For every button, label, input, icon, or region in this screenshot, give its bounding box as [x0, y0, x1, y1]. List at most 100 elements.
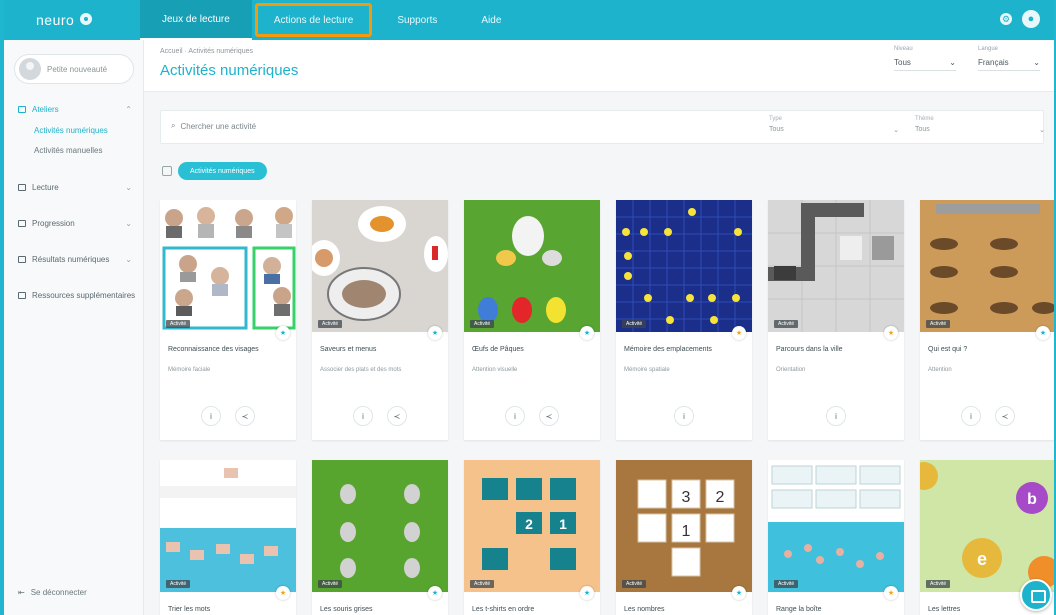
card-subtitle: Orientation: [776, 367, 806, 373]
info-icon[interactable]: i: [674, 406, 694, 426]
resources-icon: [18, 291, 26, 299]
card-subtitle: Mémoire spatiale: [624, 367, 670, 373]
card-badge: Activité: [774, 320, 799, 328]
favorite-icon[interactable]: ★: [580, 586, 594, 600]
theme-filter[interactable]: Thème Tous ⌄: [915, 116, 1045, 134]
share-icon[interactable]: ≺: [539, 406, 559, 426]
favorite-icon[interactable]: ★: [276, 326, 290, 340]
sidebar-item-resultats[interactable]: Résultats numériques ⌄: [4, 248, 144, 270]
activity-card[interactable]: Activité ★ Qui est qui ? Attention i ≺: [920, 200, 1054, 440]
chevron-down-icon: ⌄: [893, 127, 899, 134]
chat-icon[interactable]: [1020, 579, 1052, 611]
breadcrumb[interactable]: Accueil · Activités numériques: [160, 48, 253, 55]
logout-icon: ⇤: [18, 588, 25, 597]
sidebar-subitem-activites-manuelles[interactable]: Activités manuelles: [4, 140, 144, 160]
favorite-icon[interactable]: ★: [732, 326, 746, 340]
card-thumbnail: 3 2 1 Activité: [616, 460, 752, 592]
info-icon[interactable]: i: [201, 406, 221, 426]
sidebar-item-lecture[interactable]: Lecture ⌄: [4, 176, 144, 198]
card-thumbnail: Activité: [920, 200, 1054, 332]
workshop-icon: [18, 105, 26, 113]
card-thumbnail: Activité: [312, 460, 448, 592]
sidebar-item-label: Lecture: [32, 182, 59, 192]
card-badge: Activité: [318, 320, 343, 328]
language-select[interactable]: Langue Français ⌄: [978, 46, 1040, 71]
favorite-icon[interactable]: ★: [732, 586, 746, 600]
sidebar-item-ressources[interactable]: Ressources supplémentaires: [4, 284, 144, 306]
activity-card[interactable]: Activité ★ Les souris grises: [312, 460, 448, 615]
favorite-icon[interactable]: ★: [428, 586, 442, 600]
profile-selector[interactable]: Petite nouveauté: [14, 54, 134, 84]
favorite-icon[interactable]: ★: [884, 326, 898, 340]
logout-link[interactable]: ⇤ Se déconnecter: [18, 588, 87, 597]
chevron-down-icon: ⌄: [949, 58, 956, 67]
tab-jeux-lecture[interactable]: Jeux de lecture: [140, 0, 252, 40]
activity-card[interactable]: 3 2 1 Activité ★ Les nombres: [616, 460, 752, 615]
card-badge: Activité: [470, 320, 495, 328]
activity-card[interactable]: 2 1 Activité ★ Les t-shirts en ordre: [464, 460, 600, 615]
card-thumbnail: Activité: [464, 200, 600, 332]
tab-aide[interactable]: Aide: [459, 0, 523, 40]
card-subtitle: Attention visuelle: [472, 367, 518, 373]
card-actions: i ≺: [920, 406, 1054, 426]
chevron-down-icon: ⌄: [125, 254, 132, 264]
share-icon[interactable]: ≺: [387, 406, 407, 426]
favorite-icon[interactable]: ★: [276, 586, 290, 600]
favorite-icon[interactable]: ★: [428, 326, 442, 340]
top-navigation: neuro Jeux de lecture Actions de lecture…: [4, 0, 1054, 40]
card-thumbnail: Activité: [160, 200, 296, 332]
logo[interactable]: neuro: [36, 8, 94, 32]
activity-card[interactable]: Activité ★ Trier les mots: [160, 460, 296, 615]
card-title: Reconnaissance des visages: [168, 346, 259, 353]
card-title: Trier les mots: [168, 606, 211, 613]
info-icon[interactable]: i: [353, 406, 373, 426]
card-title: Les t-shirts en ordre: [472, 606, 535, 613]
card-thumbnail: Activité: [616, 200, 752, 332]
sidebar-item-progression[interactable]: Progression ⌄: [4, 212, 144, 234]
favorite-icon[interactable]: ★: [884, 586, 898, 600]
sidebar-subitem-activites-numeriques[interactable]: Activités numériques: [4, 120, 144, 140]
chevron-down-icon: ⌄: [125, 218, 132, 228]
activity-card[interactable]: Activité ★ Mémoire des emplacements Mémo…: [616, 200, 752, 440]
category-tag[interactable]: Activités numériques: [178, 162, 267, 180]
info-icon[interactable]: i: [826, 406, 846, 426]
user-avatar-icon[interactable]: ●: [1022, 10, 1040, 28]
sidebar-item-label: Résultats numériques: [32, 254, 110, 264]
share-icon[interactable]: ≺: [235, 406, 255, 426]
search-input[interactable]: ⌕ Chercher une activité: [171, 121, 256, 131]
info-icon[interactable]: i: [505, 406, 525, 426]
progress-icon: [18, 219, 26, 227]
activity-card[interactable]: Activité ★ Saveurs et menus Associer des…: [312, 200, 448, 440]
info-icon[interactable]: i: [961, 406, 981, 426]
settings-icon[interactable]: ⚙: [1000, 13, 1012, 25]
tab-supports[interactable]: Supports: [375, 0, 459, 40]
page-title: Activités numériques: [160, 62, 299, 79]
activity-card[interactable]: Activité ★ Œufs de Pâques Attention visu…: [464, 200, 600, 440]
theme-filter-label: Thème: [915, 116, 934, 122]
card-badge: Activité: [774, 580, 799, 588]
tab-actions-lecture[interactable]: Actions de lecture: [252, 0, 376, 40]
card-subtitle: Attention: [928, 367, 952, 373]
profile-label: Petite nouveauté: [47, 64, 108, 74]
language-select-label: Langue: [978, 46, 999, 52]
activity-card[interactable]: Activité ★ Range la boîte: [768, 460, 904, 615]
chevron-up-icon: ⌃: [125, 104, 132, 114]
activity-card[interactable]: Activité ★ Parcours dans la ville Orient…: [768, 200, 904, 440]
language-select-value: Français: [978, 58, 1009, 67]
activity-card[interactable]: Activité ★ Reconnaissance des visages Mé…: [160, 200, 296, 440]
level-select[interactable]: Niveau Tous ⌄: [894, 46, 956, 71]
favorite-icon[interactable]: ★: [1036, 326, 1050, 340]
card-actions: i ≺: [160, 406, 296, 426]
card-title: Mémoire des emplacements: [624, 346, 712, 353]
card-subtitle: Mémoire faciale: [168, 367, 211, 373]
type-filter-value: Tous: [769, 126, 784, 133]
favorite-icon[interactable]: ★: [580, 326, 594, 340]
share-icon[interactable]: ≺: [995, 406, 1015, 426]
type-filter[interactable]: Type Tous ⌄: [769, 116, 899, 134]
tag-row: Activités numériques: [162, 162, 267, 180]
nav-tabs: Jeux de lecture Actions de lecture Suppo…: [140, 0, 523, 40]
chevron-down-icon: ⌄: [1039, 127, 1045, 134]
sidebar-item-ateliers[interactable]: Ateliers ⌃: [4, 98, 144, 120]
card-thumbnail: Activité: [160, 460, 296, 592]
chevron-down-icon: ⌄: [1033, 58, 1040, 67]
